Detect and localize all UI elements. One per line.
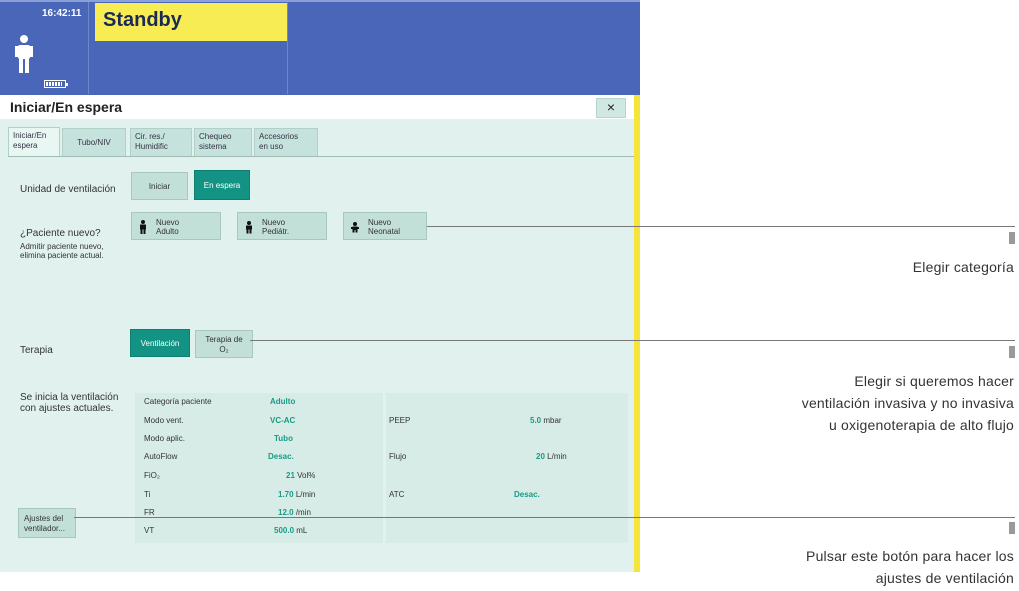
callout-line [74,517,1015,518]
new-pediatric-button[interactable]: Nuevo Pediátr. [237,212,327,240]
callout-marker [1009,522,1015,534]
mode-text: Standby [103,9,182,31]
child-icon [246,221,252,234]
param-name: Ti [144,490,151,499]
tab-label-line: sistema [199,142,227,151]
param-value: VC-AC [270,416,296,425]
param-name: AutoFlow [144,452,178,461]
param-value: 500.0 mL [274,526,308,535]
callout-choose-category: Elegir categoría [912,259,1014,275]
callout-line [427,226,1015,227]
banner-divider [287,2,288,94]
adult-icon [140,220,146,234]
dialog-title: Iniciar/En espera [10,99,123,115]
callout-line-text: u oxigenoterapia de alto flujo [828,417,1014,433]
param-value: 12.0 /min [278,508,311,517]
param-name: FR [144,508,155,517]
tab-label-line: Accesorios [259,132,299,141]
standby-button[interactable]: En espera [194,170,250,200]
start-note-line: con ajustes actuales. [20,403,114,414]
param-value: 5.0 mbar [530,416,562,425]
tab-label-line: en uso [259,142,284,151]
callout-line [250,340,1015,341]
battery-icon [44,80,68,88]
param-name: VT [144,526,155,535]
callout-line-text: Elegir si queremos hacer [854,373,1014,389]
param-name: ATC [389,490,405,499]
tab-label-line: Cir. res./ [135,132,165,141]
callout-marker [1009,346,1015,358]
tab-label-line: Chequeo [199,132,232,141]
tab-label-line: Humidific [135,142,168,151]
param-value: 21 Vol% [286,471,316,480]
new-patient-label: ¿Paciente nuevo? [20,228,101,239]
button-label-line: Neonatal [368,227,401,236]
callout-marker [1009,232,1015,244]
start-note: Se inicia la ventilación con ajustes act… [20,392,118,414]
new-patient-note: elimina paciente actual. [20,251,104,260]
button-label-line: Nuevo [368,218,392,227]
clock: 16:42:11 [42,8,82,19]
button-label-line: Nuevo [262,218,286,227]
ventilator-settings-button[interactable]: Ajustes del ventilador... [18,508,76,538]
param-name: Flujo [389,452,407,461]
tab-tube-niv[interactable]: Tubo/NIV [62,128,126,156]
button-label-line: Adulto [156,227,179,236]
adult-patient-icon [15,35,33,73]
tab-underline [8,156,634,157]
dialog-edge-bar [634,95,640,572]
button-label-line: Ajustes del [24,514,64,523]
button-label-line: ventilador... [24,524,65,533]
tab-accessories[interactable]: Accesorios en uso [254,128,318,156]
param-value: 20 L/min [536,452,567,461]
o2-therapy-button[interactable]: Terapia de O₂ [195,330,253,358]
tab-label-line: espera [13,141,38,150]
param-name: Categoría paciente [144,397,212,406]
tab-system-check[interactable]: Chequeo sistema [194,128,252,156]
callout-choose-therapy: Elegir si queremos hacer ventilación inv… [640,370,1014,436]
button-label-line: Terapia de [205,335,243,344]
banner-divider [88,2,89,94]
therapy-label: Terapia [20,345,53,356]
param-value: Tubo [274,434,293,443]
param-value: Desac. [514,490,540,499]
button-label-line: Nuevo [156,218,180,227]
param-name: FiO₂ [144,471,160,480]
mode-indicator: Standby [95,3,287,41]
new-neonatal-button[interactable]: Nuevo Neonatal [343,212,427,240]
infant-icon [351,222,359,233]
start-button[interactable]: Iniciar [131,172,188,200]
current-settings-panel-right [386,393,628,543]
callout-press-settings: Pulsar este botón para hacer los ajustes… [640,545,1014,589]
param-name: Modo aplic. [144,434,185,443]
button-label-line: O₂ [219,345,229,354]
tab-label-line: Tubo/NIV [77,138,111,147]
param-value: 1.70 L/min [278,490,316,499]
param-name: Modo vent. [144,416,184,425]
param-name: PEEP [389,416,411,425]
close-button[interactable]: × [596,98,626,118]
ventilation-button[interactable]: Ventilación [130,329,190,357]
button-label-line: Pediátr. [262,227,290,236]
unit-label: Unidad de ventilación [20,184,116,195]
new-patient-note: Admitir paciente nuevo, [20,242,104,251]
tab-label-line: Iniciar/En [13,131,47,140]
param-value: Desac. [268,452,294,461]
new-adult-button[interactable]: Nuevo Adulto [131,212,221,240]
tab-start-standby[interactable]: Iniciar/En espera [8,127,60,157]
callout-line-text: Pulsar este botón para hacer los [806,548,1014,564]
callout-line-text: ajustes de ventilación [875,570,1014,586]
param-value: Adulto [270,397,296,406]
start-note-line: Se inicia la ventilación [20,392,119,403]
callout-line-text: ventilación invasiva y no invasiva [801,395,1014,411]
tab-circuit-humidifier[interactable]: Cir. res./ Humidific [130,128,192,156]
